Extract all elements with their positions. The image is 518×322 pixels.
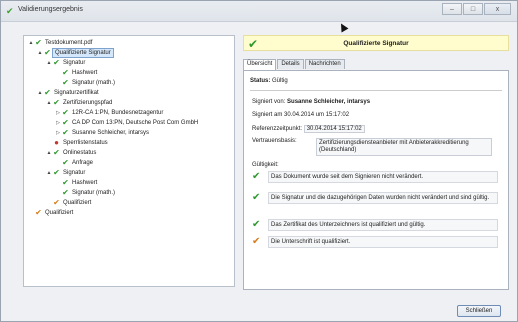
minimize-button[interactable]: – xyxy=(442,3,462,15)
tree-item[interactable]: ▲ ✔ Qualifizierte Signatur xyxy=(24,48,234,58)
tree-item[interactable]: ▲ ✔ Onlinestatus xyxy=(24,148,234,158)
check-icon: ✔ xyxy=(62,178,69,187)
check-icon: ✔ xyxy=(35,38,42,47)
reference-time-value: 30.04.2014 15:17:02 xyxy=(303,125,365,133)
tree-item-label: Signaturzertifikat xyxy=(54,90,99,96)
validity-text: Das Zertifikat des Unterzeichners ist qu… xyxy=(268,219,498,231)
check-icon: ✔ xyxy=(62,188,69,197)
check-icon: ✔ xyxy=(62,78,69,87)
check-icon: ✔ xyxy=(6,6,14,16)
validity-text: Die Unterschrift ist qualifiziert. xyxy=(268,236,498,248)
tree-item[interactable]: ▲ ✔ Testdokument.pdf xyxy=(24,38,234,48)
tree-item[interactable]: ✔ Hashwert xyxy=(24,68,234,78)
tree-item-label: Hashwert xyxy=(72,180,98,186)
tree-item[interactable]: ✔ Hashwert xyxy=(24,178,234,188)
reference-time-field: Referenzzeitpunkt: 30.04.2014 15:17:02 xyxy=(252,125,365,133)
check-icon: ✔ xyxy=(62,158,69,167)
tree-item-label: Qualifizierte Signatur xyxy=(52,48,114,58)
tab-messages[interactable]: Nachrichten xyxy=(304,59,345,69)
detail-panel: ✔ Qualifizierte Signatur Übersicht Detai… xyxy=(243,35,509,290)
tree-item-label: Anfrage xyxy=(72,160,94,166)
validity-label: Gültigkeit: xyxy=(252,162,279,168)
tree-item-label: Qualifiziert xyxy=(45,210,74,216)
check-icon: ✔ xyxy=(53,148,60,157)
orange-check-icon: ✔ xyxy=(53,198,60,207)
status-label: Status: xyxy=(250,78,271,84)
trust-basis-field: Vertrauensbasis: Zertifizierungsdienstea… xyxy=(252,138,497,156)
mouse-cursor-icon xyxy=(337,21,349,33)
tree-item-label: Hashwert xyxy=(72,70,98,76)
title-bar[interactable]: ✔ Validierungsergebnis – □ x xyxy=(1,1,517,22)
tree-item-label: Qualifiziert xyxy=(63,200,92,206)
tree-item-label: 12R-CA 1:PN, Bundesnetzagentur xyxy=(72,110,164,116)
red-dot-icon: ● xyxy=(54,138,59,147)
tab-overview[interactable]: Übersicht xyxy=(243,59,277,70)
tree-item[interactable]: ▷ ✔ 12R-CA 1:PN, Bundesnetzagentur xyxy=(24,108,234,118)
tree-item-label: CA DP Com 13:PN, Deutsche Post Com GmbH xyxy=(72,120,199,126)
tree-item[interactable]: ● Sperrlistenstatus xyxy=(24,138,234,148)
check-icon: ✔ xyxy=(53,168,60,177)
check-icon: ✔ xyxy=(252,171,261,182)
overview-page: Status: Gültig Signiert von: Susanne Sch… xyxy=(243,70,509,290)
close-window-button[interactable]: x xyxy=(484,3,511,15)
tree-item-label: Signatur xyxy=(63,60,86,66)
check-icon: ✔ xyxy=(252,192,261,203)
signature-title: Qualifizierte Signatur xyxy=(343,40,409,47)
tree-item[interactable]: ▲ ✔ Zertifizierungspfad xyxy=(24,98,234,108)
check-icon: ✔ xyxy=(62,128,69,137)
tree-item[interactable]: ✔ Anfrage xyxy=(24,158,234,168)
tab-bar: Übersicht Details Nachrichten xyxy=(243,59,346,70)
status-line: Status: Gültig xyxy=(250,78,288,84)
check-icon: ✔ xyxy=(44,88,51,97)
tree-item[interactable]: ▲ ✔ Signaturzertifikat xyxy=(24,88,234,98)
tree-item[interactable]: ▲ ✔ Signatur xyxy=(24,168,234,178)
check-icon: ✔ xyxy=(62,68,69,77)
validation-tree[interactable]: ▲ ✔ Testdokument.pdf ▲ ✔ Qualifizierte Signat… xyxy=(23,35,235,287)
check-icon: ✔ xyxy=(252,219,261,230)
trust-basis-label: Vertrauensbasis: xyxy=(252,138,297,144)
tab-details[interactable]: Details xyxy=(277,59,304,69)
signed-at-text: Signiert am 30.04.2014 um 15:17:02 xyxy=(252,112,350,118)
tree-item-label: Signatur (math.) xyxy=(72,190,116,196)
check-icon: ✔ xyxy=(53,58,60,67)
validity-text: Das Dokument wurde seit dem Signieren ni… xyxy=(268,171,498,183)
check-icon: ✔ xyxy=(44,48,51,57)
tree-item-label: Susanne Schleicher, intarsys xyxy=(72,130,150,136)
maximize-button[interactable]: □ xyxy=(463,3,483,15)
close-button[interactable]: Schließen xyxy=(457,305,501,317)
signer-value: Susanne Schleicher, intarsys xyxy=(287,99,371,105)
divider xyxy=(250,90,502,91)
validation-window: ✔ Validierungsergebnis – □ x ▲ ✔ Testdokum… xyxy=(0,0,518,322)
check-icon: ✔ xyxy=(62,118,69,127)
orange-check-icon: ✔ xyxy=(35,208,42,217)
tree-item[interactable]: ✔ Qualifiziert xyxy=(24,198,234,208)
tree-item-label: Sperrlistenstatus xyxy=(63,140,108,146)
tree-item-label: Signatur (math.) xyxy=(72,80,116,86)
tree-item-label: Testdokument.pdf xyxy=(45,40,93,46)
tree-item[interactable]: ✔ Qualifiziert xyxy=(24,208,234,218)
trust-basis-value: Zertifizierungsdiensteanbieter mit Anbie… xyxy=(316,138,492,156)
check-icon: ✔ xyxy=(53,98,60,107)
status-value: Gültig xyxy=(272,78,288,84)
tree-item[interactable]: ▷ ✔ Susanne Schleicher, intarsys xyxy=(24,128,234,138)
signature-header: ✔ Qualifizierte Signatur xyxy=(243,35,509,51)
window-title: Validierungsergebnis xyxy=(18,6,83,13)
tree-item-label: Zertifizierungspfad xyxy=(63,100,113,106)
tree-item[interactable]: ▲ ✔ Signatur xyxy=(24,58,234,68)
reference-time-label: Referenzzeitpunkt: xyxy=(252,126,303,132)
tree-item-label: Onlinestatus xyxy=(63,150,97,156)
signer-label: Signiert von: xyxy=(252,99,286,105)
signer-field: Signiert von: Susanne Schleicher, intars… xyxy=(252,99,370,105)
orange-check-icon: ✔ xyxy=(252,236,261,247)
check-icon: ✔ xyxy=(62,108,69,117)
tree-item[interactable]: ▷ ✔ CA DP Com 13:PN, Deutsche Post Com Gmb… xyxy=(24,118,234,128)
validity-text: Die Signatur und die dazugehörigen Daten… xyxy=(268,192,498,204)
tree-item[interactable]: ✔ Signatur (math.) xyxy=(24,188,234,198)
tree-item-label: Signatur xyxy=(63,170,86,176)
tree-item[interactable]: ✔ Signatur (math.) xyxy=(24,78,234,88)
